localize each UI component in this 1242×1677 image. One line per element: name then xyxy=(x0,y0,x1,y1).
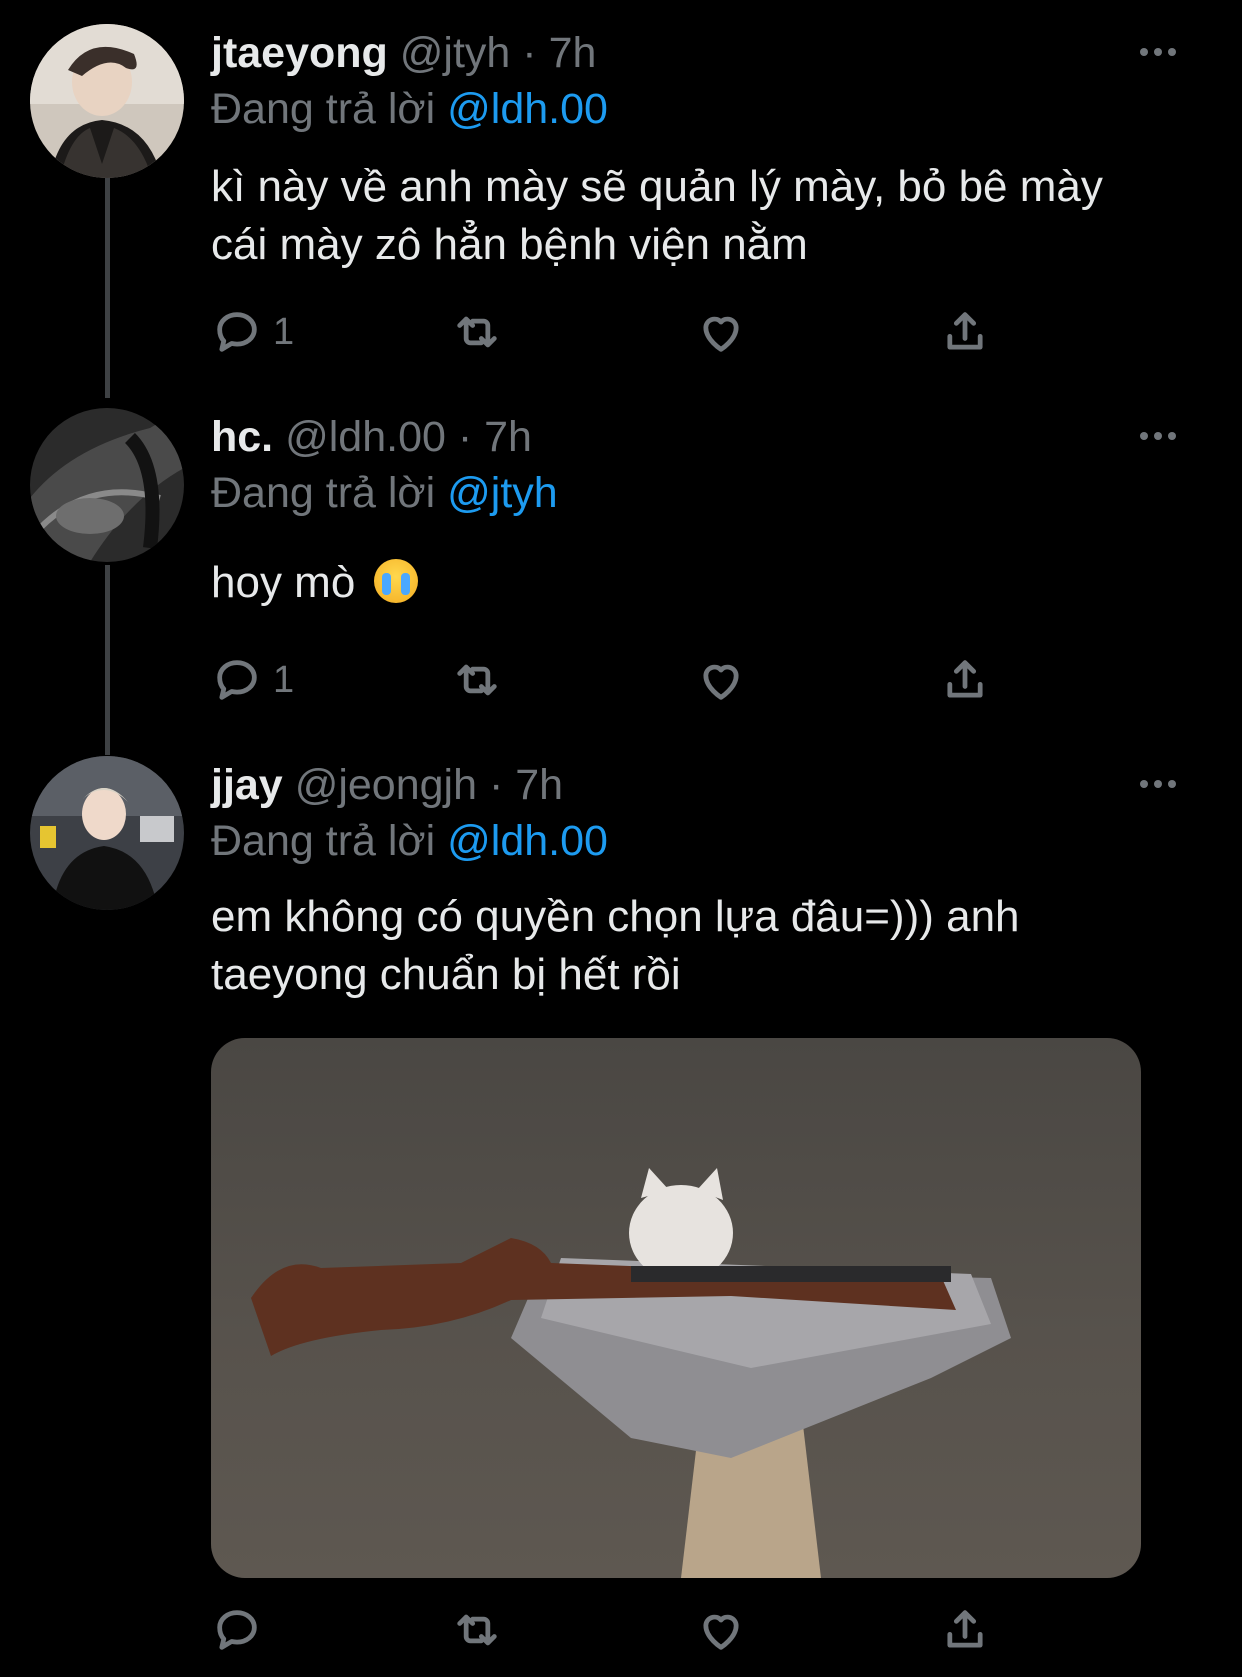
handle[interactable]: @ldh.00 xyxy=(285,413,446,461)
share-icon xyxy=(947,660,983,698)
reply-icon xyxy=(217,1610,257,1650)
like-button[interactable] xyxy=(695,304,747,360)
tweet-actions: 1 xyxy=(211,304,1011,360)
retweet-icon xyxy=(457,664,497,696)
tweet-header: jtaeyong @jtyh · 7h xyxy=(211,28,596,78)
replying-mention[interactable]: @ldh.00 xyxy=(447,85,608,133)
tweet-actions xyxy=(211,1602,1011,1658)
more-icon[interactable] xyxy=(1140,429,1184,443)
avatar-photo xyxy=(30,24,184,178)
avatar-photo xyxy=(30,756,184,910)
tweet-text: em không có quyền chọn lựa đâu=))) anh t… xyxy=(211,892,1020,999)
handle[interactable]: @jtyh xyxy=(400,29,511,77)
retweet-button[interactable] xyxy=(451,304,503,360)
avatar[interactable] xyxy=(30,24,184,178)
share-button[interactable] xyxy=(939,304,991,360)
replying-mention[interactable]: @ldh.00 xyxy=(447,817,608,865)
reply-count: 1 xyxy=(273,310,295,353)
heart-icon xyxy=(703,1614,739,1650)
handle[interactable]: @jeongjh xyxy=(295,761,477,809)
replying-prefix: Đang trả lời xyxy=(211,469,436,517)
timestamp[interactable]: · 7h xyxy=(522,29,596,77)
reply-icon xyxy=(217,660,257,700)
replying-prefix: Đang trả lời xyxy=(211,817,436,865)
share-button[interactable] xyxy=(939,1602,991,1658)
like-button[interactable] xyxy=(695,1602,747,1658)
display-name[interactable]: hc. xyxy=(211,413,273,461)
share-button[interactable] xyxy=(939,652,991,708)
tweet-actions: 1 xyxy=(211,652,1011,708)
display-name[interactable]: jtaeyong xyxy=(211,29,388,77)
replying-to: Đang trả lời @jtyh xyxy=(211,468,558,518)
share-icon xyxy=(947,312,983,350)
cat-with-rifle-image xyxy=(251,1168,1011,1578)
tweet-text: kì này về anh mày sẽ quản lý mày, bỏ bê … xyxy=(211,162,1103,269)
retweet-icon xyxy=(457,1614,497,1646)
tweet-text-content: hoy mò xyxy=(211,558,356,607)
replying-to: Đang trả lời @ldh.00 xyxy=(211,816,608,866)
retweet-button[interactable] xyxy=(451,652,503,708)
avatar[interactable] xyxy=(30,756,184,910)
replying-to: Đang trả lời @ldh.00 xyxy=(211,84,608,134)
more-icon[interactable] xyxy=(1140,777,1184,791)
reply-count: 1 xyxy=(273,658,295,701)
tweet-header: jjay @jeongjh · 7h xyxy=(211,760,563,810)
like-button[interactable] xyxy=(695,652,747,708)
timestamp[interactable]: · 7h xyxy=(489,761,563,809)
replying-mention[interactable]: @jtyh xyxy=(447,469,558,517)
reply-button[interactable] xyxy=(211,1602,273,1658)
retweet-button[interactable] xyxy=(451,1602,503,1658)
heart-icon xyxy=(703,664,739,700)
tweet[interactable]: jtaeyong @jtyh · 7h Đang trả lời @ldh.00… xyxy=(0,0,1242,380)
loudly-crying-emoji-icon xyxy=(373,559,418,603)
tweet-media-image[interactable] xyxy=(211,1038,1141,1578)
avatar-photo xyxy=(30,408,184,562)
tweet-header: hc. @ldh.00 · 7h xyxy=(211,412,532,462)
reply-icon xyxy=(217,312,257,352)
timestamp[interactable]: · 7h xyxy=(458,413,532,461)
more-icon[interactable] xyxy=(1140,45,1184,59)
reply-button[interactable]: 1 xyxy=(211,652,294,708)
avatar[interactable] xyxy=(30,408,184,562)
reply-button[interactable]: 1 xyxy=(211,304,294,360)
heart-icon xyxy=(703,316,739,352)
retweet-icon xyxy=(457,316,497,348)
share-icon xyxy=(947,1610,983,1648)
display-name[interactable]: jjay xyxy=(211,761,283,809)
tweet-text: hoy mò xyxy=(211,554,1171,612)
replying-prefix: Đang trả lời xyxy=(211,85,436,133)
thread-line xyxy=(105,565,110,755)
